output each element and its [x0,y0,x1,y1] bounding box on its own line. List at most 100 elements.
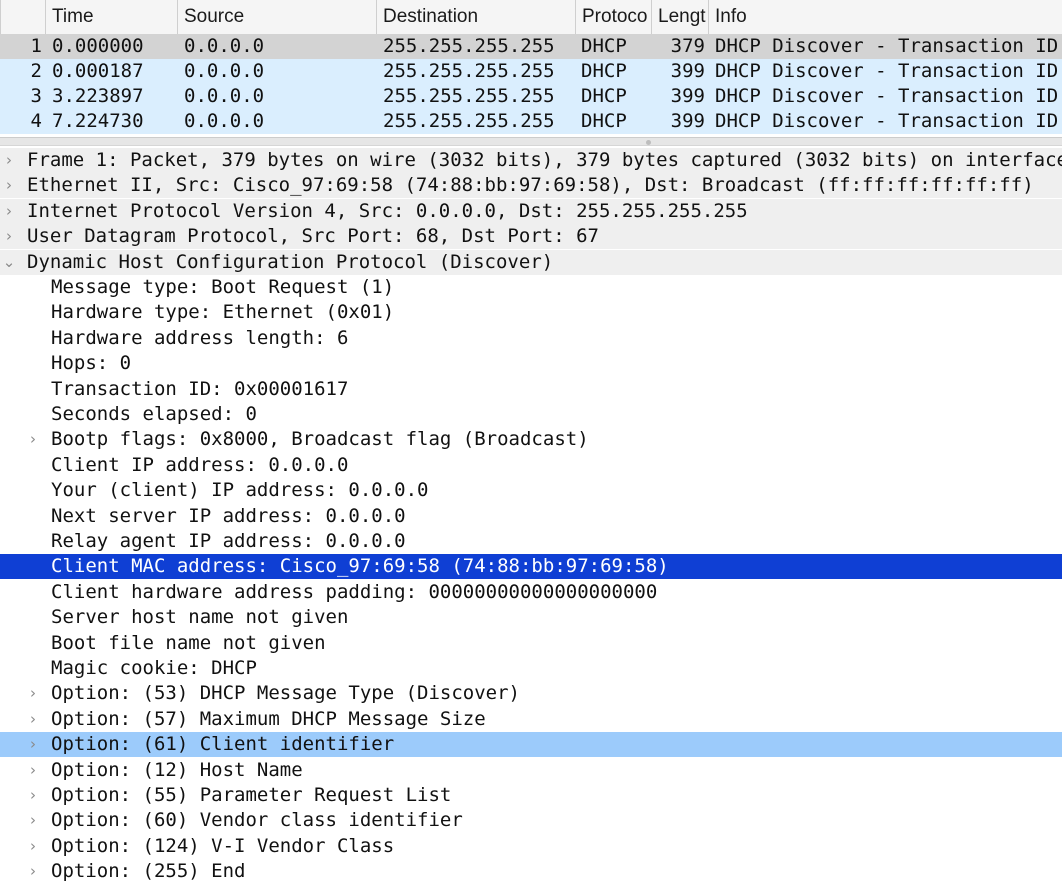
packet-row[interactable]: 3 3.223897 0.0.0.0 255.255.255.255 DHCP 399 DH… [0,84,1062,109]
tree-item-protocol[interactable]: ⌄ Dynamic Host Configuration Protocol (Di… [0,249,1062,275]
tree-item-label: Seconds elapsed: 0 [51,403,257,425]
tree-item-field[interactable]: Magic cookie: DHCP [0,656,1062,681]
packet-row[interactable]: 2 0.000187 0.0.0.0 255.255.255.255 DHCP 399 DH… [0,59,1062,84]
tree-item-label: Option: (61) Client identifier [51,733,395,756]
tree-item-label: Hops: 0 [51,352,132,375]
chevron-right-icon[interactable]: › [2,224,16,249]
chevron-right-icon[interactable]: › [26,808,40,833]
splitter-grip-icon[interactable] [646,140,651,145]
packet-cell-source: 0.0.0.0 [184,110,265,132]
packet-row[interactable]: 1 0.000000 0.0.0.0 255.255.255.255 DHCP 379 DH… [0,34,1062,59]
packet-cell-length: 399 [670,110,705,132]
chevron-down-icon[interactable]: ⌄ [2,250,16,275]
tree-item-label: Magic cookie: DHCP [51,657,257,679]
tree-item-field[interactable]: Client hardware address padding: 0000000… [0,580,1062,605]
tree-item-field[interactable]: › Option: (57) Maximum DHCP Message Size [0,707,1062,732]
chevron-right-icon[interactable]: › [26,732,40,757]
tree-item-label: Option: (53) DHCP Message Type (Discover… [51,682,520,705]
column-header-destination[interactable]: Destination [376,0,575,34]
tree-item-label: Ethernet II, Src: Cisco_97:69:58 (74:88:… [27,174,1034,197]
chevron-right-icon[interactable]: › [26,859,40,884]
tree-item-protocol[interactable]: › Ethernet II, Src: Cisco_97:69:58 (74:88… [0,173,1062,199]
tree-item-field[interactable]: Hardware address length: 6 [0,326,1062,351]
packet-list-pane[interactable]: Time Source Destination Protoco Lengt In… [0,0,1062,137]
packet-cell-protocol: DHCP [581,60,627,82]
pane-splitter[interactable] [0,137,1062,146]
packet-cell-info: DHCP Discover - Transaction ID [715,35,1059,57]
packet-cell-time: 0.000187 [52,60,144,82]
packet-cell-time: 7.224730 [52,110,144,132]
tree-item-field[interactable]: Message type: Boot Request (1) [0,275,1062,300]
packet-cell-no: 2 [30,60,42,82]
packet-cell-destination: 255.255.255.255 [383,35,555,57]
tree-item-field[interactable]: › Bootp flags: 0x8000, Broadcast flag (Br… [0,427,1062,452]
chevron-right-icon[interactable]: › [2,173,16,198]
tree-item-field[interactable]: › Option: (124) V-I Vendor Class [0,834,1062,859]
packet-cell-protocol: DHCP [581,110,627,132]
tree-item-field[interactable]: Server host name not given [0,605,1062,630]
tree-item-field[interactable]: › Option: (60) Vendor class identifier [0,808,1062,833]
tree-item-protocol[interactable]: › User Datagram Protocol, Src Port: 68, D… [0,224,1062,250]
chevron-right-icon[interactable]: › [2,199,16,224]
tree-item-label: Option: (255) End [51,860,246,883]
packet-details-pane[interactable]: › Frame 1: Packet, 379 bytes on wire (303… [0,148,1062,892]
tree-item-label: Option: (55) Parameter Request List [51,784,452,806]
tree-item-label: Internet Protocol Version 4, Src: 0.0.0.… [27,199,748,222]
packet-cell-time: 0.000000 [52,35,144,57]
tree-item-label: Option: (12) Host Name [51,758,303,781]
tree-item-field[interactable]: Boot file name not given [0,631,1062,656]
chevron-right-icon[interactable]: › [26,681,40,706]
chevron-right-icon[interactable]: › [26,427,40,452]
column-header-source[interactable]: Source [177,0,376,34]
column-header-protocol[interactable]: Protoco [575,0,651,34]
packet-cell-source: 0.0.0.0 [184,85,265,107]
tree-item-field[interactable]: Transaction ID: 0x00001617 [0,377,1062,402]
packet-cell-destination: 255.255.255.255 [383,110,555,132]
packet-cell-source: 0.0.0.0 [184,60,265,82]
chevron-right-icon[interactable]: › [26,707,40,732]
tree-item-label: Transaction ID: 0x00001617 [51,377,349,400]
tree-item-field[interactable]: › Option: (61) Client identifier [0,732,1062,758]
tree-item-label: Bootp flags: 0x8000, Broadcast flag (Bro… [51,428,589,451]
packet-cell-info: DHCP Discover - Transaction ID [715,110,1059,132]
tree-item-field[interactable]: Hops: 0 [0,351,1062,376]
tree-item-field[interactable]: Seconds elapsed: 0 [0,402,1062,427]
tree-item-label: Hardware address length: 6 [51,326,349,349]
packet-cell-length: 399 [670,85,705,107]
tree-item-field[interactable]: › Option: (55) Parameter Request List [0,783,1062,808]
packet-cell-source: 0.0.0.0 [184,35,265,57]
packet-cell-info: DHCP Discover - Transaction ID [715,85,1059,107]
tree-item-label: Client IP address: 0.0.0.0 [51,453,349,476]
chevron-right-icon[interactable]: › [26,758,40,783]
tree-item-protocol[interactable]: › Internet Protocol Version 4, Src: 0.0.0… [0,198,1062,224]
column-header-no[interactable] [0,0,18,34]
tree-item-label: Relay agent IP address: 0.0.0.0 [51,530,406,552]
packet-cell-length: 379 [670,35,705,57]
tree-item-field[interactable]: Relay agent IP address: 0.0.0.0 [0,529,1062,554]
chevron-right-icon[interactable]: › [2,148,16,173]
tree-item-field[interactable]: Client MAC address: Cisco_97:69:58 (74:8… [0,554,1062,580]
packet-cell-time: 3.223897 [52,85,144,107]
tree-item-protocol[interactable]: › Frame 1: Packet, 379 bytes on wire (303… [0,148,1062,173]
packet-cell-no: 1 [30,35,42,57]
column-header-time[interactable]: Time [45,0,177,34]
tree-item-label: Server host name not given [51,606,349,629]
tree-item-label: Next server IP address: 0.0.0.0 [51,504,406,527]
chevron-right-icon[interactable]: › [26,834,40,859]
tree-item-label: Option: (57) Maximum DHCP Message Size [51,707,486,730]
chevron-right-icon[interactable]: › [26,783,40,808]
tree-item-field[interactable]: › Option: (12) Host Name [0,758,1062,783]
tree-item-field[interactable]: Your (client) IP address: 0.0.0.0 [0,478,1062,503]
tree-item-label: Option: (60) Vendor class identifier [51,809,463,832]
column-header-length[interactable]: Lengt [651,0,708,34]
tree-item-field[interactable]: Next server IP address: 0.0.0.0 [0,504,1062,529]
packet-row[interactable]: 4 7.224730 0.0.0.0 255.255.255.255 DHCP 399 DH… [0,109,1062,134]
tree-item-field[interactable]: Client IP address: 0.0.0.0 [0,453,1062,478]
column-header-info[interactable]: Info [708,0,1062,34]
packet-cell-destination: 255.255.255.255 [383,85,555,107]
tree-item-field[interactable]: Hardware type: Ethernet (0x01) [0,300,1062,325]
packet-cell-protocol: DHCP [581,85,627,107]
packet-cell-length: 399 [670,60,705,82]
tree-item-field[interactable]: › Option: (53) DHCP Message Type (Discove… [0,681,1062,706]
tree-item-field[interactable]: › Option: (255) End [0,859,1062,884]
